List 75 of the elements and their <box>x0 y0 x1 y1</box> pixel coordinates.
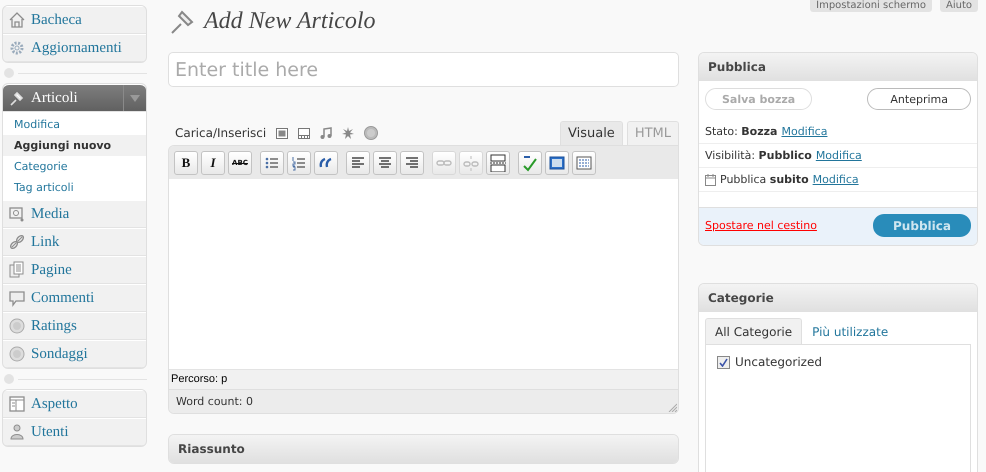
image-icon[interactable] <box>276 128 288 138</box>
resize-handle-icon[interactable] <box>667 402 677 412</box>
broken-link-icon <box>462 154 480 172</box>
edit-link[interactable]: Modifica <box>781 125 828 138</box>
calendar-icon <box>705 174 716 186</box>
submenu-item[interactable]: Tag articoli <box>3 177 146 198</box>
format-button[interactable]: B <box>174 151 198 175</box>
menu-item[interactable]: Articoli <box>3 84 146 112</box>
status-text: Pubblica subito <box>720 173 809 186</box>
person-icon <box>8 423 26 441</box>
menu-item[interactable]: Commenti <box>3 284 146 312</box>
title-field[interactable]: Enter title here <box>168 52 679 87</box>
toolbar-button[interactable] <box>314 151 338 175</box>
submenu-item[interactable]: Aggiungi nuovo <box>3 135 146 156</box>
toolbar-button[interactable] <box>518 151 542 175</box>
box-title: Pubblica <box>699 53 977 81</box>
editor-tab[interactable]: Visuale <box>560 121 623 145</box>
speech-bubble-icon <box>8 289 26 307</box>
photo-icon <box>8 205 26 223</box>
spellcheck-icon <box>521 154 539 172</box>
toolbar-button[interactable] <box>373 151 397 175</box>
status-text: Stato: Bozza <box>705 125 778 138</box>
fullscreen-icon <box>548 154 566 172</box>
format-button[interactable]: I <box>201 151 225 175</box>
edit-link[interactable]: Modifica <box>816 149 862 162</box>
preview-button[interactable]: Anteprima <box>867 88 971 110</box>
toolbar-button[interactable] <box>287 151 311 175</box>
menu-item[interactable]: Pagine <box>3 256 146 284</box>
submenu-item[interactable]: Modifica <box>3 114 146 135</box>
submenu-item[interactable]: Categorie <box>3 156 146 177</box>
status-text: Visibilità: Pubblico <box>705 149 812 162</box>
edit-link[interactable]: Modifica <box>812 173 859 186</box>
circle-icon <box>8 317 26 335</box>
pages-icon <box>8 261 26 279</box>
toolbar-button[interactable] <box>400 151 424 175</box>
chain-link-icon <box>8 233 26 251</box>
toolbar-button[interactable] <box>486 151 510 175</box>
top-tab-button[interactable]: Aiuto <box>940 0 978 12</box>
star-burst-icon[interactable] <box>342 127 354 139</box>
menu-item[interactable]: Sondaggi <box>3 340 146 368</box>
menu-item[interactable]: Aggiornamenti <box>3 34 146 62</box>
media-label: Carica/Inserisci <box>175 126 266 140</box>
path-label: Percorso: p <box>171 373 228 385</box>
menu-item[interactable]: Media <box>3 200 146 228</box>
toolbar-button[interactable] <box>545 151 569 175</box>
layout-icon <box>8 395 26 413</box>
category-label: Uncategorized <box>735 355 822 369</box>
category-tab[interactable]: All Categorie <box>705 318 802 344</box>
numbered-list-icon <box>290 154 308 172</box>
menu-item[interactable]: Link <box>3 228 146 256</box>
music-note-icon[interactable] <box>320 127 332 139</box>
house-icon <box>8 11 26 29</box>
page-break-icon <box>489 154 507 172</box>
word-count: Word count: 0 <box>176 394 254 410</box>
film-icon[interactable] <box>298 128 310 138</box>
toolbar-toggle-icon <box>575 154 593 172</box>
box-title: Categorie <box>699 284 977 312</box>
menu-item[interactable]: Utenti <box>3 418 146 446</box>
page-title: Add New Articolo <box>204 8 376 34</box>
top-tab-button[interactable]: Impostazioni schermo <box>810 0 932 12</box>
menu-item[interactable]: Ratings <box>3 312 146 340</box>
menu-item[interactable]: Aspetto <box>3 390 146 418</box>
circle-icon[interactable] <box>364 126 378 140</box>
toolbar-button[interactable] <box>572 151 596 175</box>
toolbar-button[interactable] <box>346 151 370 175</box>
editor-tab[interactable]: HTML <box>626 121 679 145</box>
checkbox[interactable] <box>717 356 730 368</box>
publish-button[interactable]: Pubblica <box>873 214 971 237</box>
box-title: Riassunto <box>169 435 678 463</box>
toolbar-button[interactable] <box>260 151 284 175</box>
category-tab[interactable]: Più utilizzate <box>802 318 898 344</box>
circle-icon <box>8 345 26 363</box>
trash-link[interactable]: Spostare nel cestino <box>705 219 817 232</box>
menu-item[interactable]: Bacheca <box>3 6 146 34</box>
gear-icon <box>8 39 26 57</box>
